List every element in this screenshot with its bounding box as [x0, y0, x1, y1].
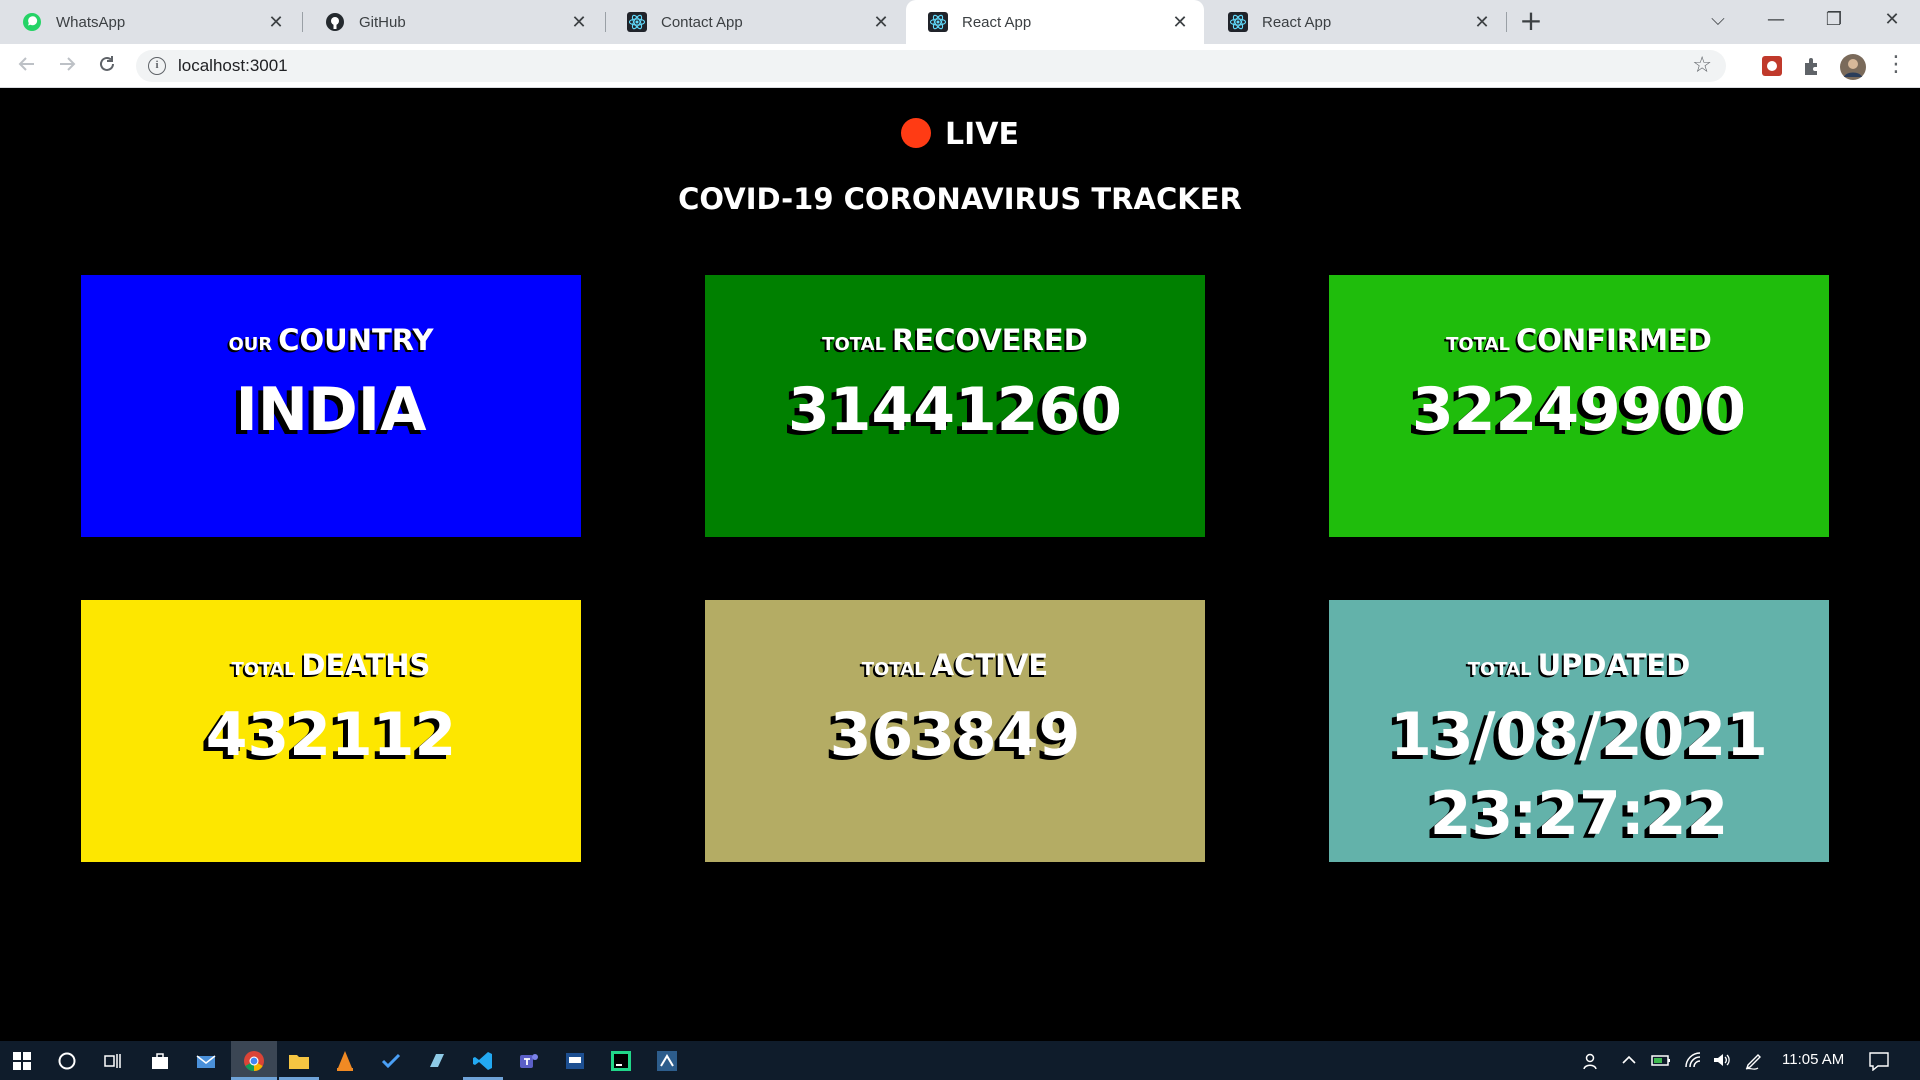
tab-title: WhatsApp — [56, 13, 126, 31]
recovered-card: TOTAL RECOVERED 31441260 — [705, 275, 1205, 537]
puzzle-extensions-icon[interactable] — [1800, 54, 1824, 78]
app-icon[interactable] — [561, 1047, 589, 1075]
restore-button[interactable]: ❐ — [1812, 0, 1856, 40]
card-value: 32249900 — [1412, 375, 1746, 445]
tab-title: Contact App — [661, 13, 743, 31]
tracker-page: LIVE COVID-19 CORONAVIRUS TRACKER OUR COU… — [0, 89, 1920, 1041]
card-label: DEATHS — [301, 648, 431, 682]
tab-react-app[interactable]: React App ✕ — [1206, 0, 1506, 44]
card-heading: OUR COUNTRY — [81, 323, 581, 357]
updated-card: TOTAL UPDATED 13/08/2021 23:27:22 — [1329, 600, 1829, 862]
store-icon[interactable] — [146, 1047, 174, 1075]
close-window-button[interactable]: ✕ — [1870, 0, 1914, 40]
card-value: 31441260 — [788, 375, 1122, 445]
card-value: 432112 — [205, 700, 457, 770]
teams-icon[interactable] — [515, 1047, 543, 1075]
bookmark-star-icon[interactable]: ☆ — [1692, 53, 1712, 78]
card-value: 363849 — [829, 700, 1081, 770]
search-icon[interactable] — [53, 1047, 81, 1075]
profile-avatar[interactable] — [1840, 54, 1866, 80]
pen-icon[interactable] — [1744, 1051, 1766, 1075]
card-heading: TOTAL UPDATED — [1329, 648, 1829, 682]
card-prefix: TOTAL — [231, 659, 296, 680]
new-tab-button[interactable]: + — [1516, 7, 1546, 37]
chrome-icon[interactable] — [240, 1047, 268, 1075]
tab-title: GitHub — [359, 13, 406, 31]
card-heading: TOTAL CONFIRMED — [1329, 323, 1829, 357]
tab-close-icon[interactable]: ✕ — [569, 12, 589, 32]
address-bar[interactable]: i localhost:3001 ☆ — [136, 50, 1726, 82]
card-label: RECOVERED — [892, 323, 1088, 357]
whatsapp-icon — [22, 12, 42, 32]
notifications-icon[interactable] — [1868, 1051, 1890, 1075]
active-card: TOTAL ACTIVE 363849 — [705, 600, 1205, 862]
vscode-icon[interactable] — [469, 1047, 497, 1075]
confirmed-card: TOTAL CONFIRMED 32249900 — [1329, 275, 1829, 537]
tab-title: React App — [1262, 13, 1332, 31]
tab-search-icon[interactable]: ⌵ — [1696, 0, 1740, 40]
clock-time[interactable]: 11:05 AM — [1782, 1051, 1844, 1068]
tab-whatsapp[interactable]: WhatsApp ✕ — [0, 0, 300, 44]
task-view-icon[interactable] — [98, 1047, 126, 1075]
tray-chevron-up-icon[interactable] — [1620, 1051, 1638, 1073]
volume-icon[interactable] — [1712, 1051, 1732, 1073]
tab-close-icon[interactable]: ✕ — [871, 12, 891, 32]
app-icon[interactable] — [653, 1047, 681, 1075]
mail-icon[interactable] — [192, 1047, 220, 1075]
page-title: COVID-19 CORONAVIRUS TRACKER — [678, 182, 1242, 216]
url-text[interactable]: localhost:3001 — [178, 56, 288, 76]
app-icon[interactable] — [423, 1047, 451, 1075]
card-label: COUNTRY — [278, 323, 434, 357]
extension-icon[interactable] — [1760, 54, 1784, 78]
card-value: INDIA — [235, 375, 427, 445]
live-label: LIVE — [945, 117, 1019, 152]
live-indicator: LIVE — [0, 117, 1920, 152]
forward-icon[interactable] — [54, 53, 80, 79]
kebab-menu-icon[interactable]: ⋮ — [1884, 54, 1908, 78]
file-explorer-icon[interactable] — [285, 1047, 313, 1075]
updated-time: 23:27:22 — [1429, 779, 1729, 849]
pycharm-icon[interactable] — [607, 1047, 635, 1075]
windows-taskbar: 11:05 AM — [0, 1041, 1920, 1080]
tab-close-icon[interactable]: ✕ — [1170, 12, 1190, 32]
vlc-icon[interactable] — [331, 1047, 359, 1075]
people-icon[interactable] — [1582, 1051, 1602, 1075]
card-label: UPDATED — [1537, 648, 1691, 682]
card-prefix: OUR — [228, 334, 273, 355]
battery-icon[interactable] — [1650, 1051, 1672, 1073]
wifi-icon[interactable] — [1684, 1051, 1704, 1073]
tab-strip: WhatsApp ✕ GitHub ✕ Contact App ✕ React … — [0, 0, 1920, 44]
tab-react-app-active[interactable]: React App ✕ — [906, 0, 1204, 44]
updated-date: 13/08/2021 — [1390, 700, 1768, 770]
card-heading: TOTAL ACTIVE — [705, 648, 1205, 682]
tab-contact-app[interactable]: Contact App ✕ — [605, 0, 905, 44]
card-label: ACTIVE — [931, 648, 1049, 682]
react-icon — [627, 12, 647, 32]
tab-title: React App — [962, 13, 1032, 31]
github-icon — [325, 12, 345, 32]
tab-close-icon[interactable]: ✕ — [266, 12, 286, 32]
react-icon — [928, 12, 948, 32]
minimize-button[interactable]: — — [1754, 0, 1798, 40]
card-label: CONFIRMED — [1515, 323, 1712, 357]
country-card: OUR COUNTRY INDIA — [81, 275, 581, 537]
card-prefix: TOTAL — [861, 659, 926, 680]
browser-toolbar: i localhost:3001 ☆ ⋮ — [0, 44, 1920, 88]
react-icon — [1228, 12, 1248, 32]
back-icon[interactable] — [14, 53, 40, 79]
tab-github[interactable]: GitHub ✕ — [303, 0, 603, 44]
card-heading: TOTAL DEATHS — [81, 648, 581, 682]
card-heading: TOTAL RECOVERED — [705, 323, 1205, 357]
tab-close-icon[interactable]: ✕ — [1472, 12, 1492, 32]
live-dot-icon — [901, 118, 931, 148]
card-prefix: TOTAL — [1467, 659, 1532, 680]
tab-divider — [1506, 12, 1507, 32]
deaths-card: TOTAL DEATHS 432112 — [81, 600, 581, 862]
todo-check-icon[interactable] — [377, 1047, 405, 1075]
reload-icon[interactable] — [94, 53, 120, 79]
card-prefix: TOTAL — [1446, 334, 1510, 355]
windows-start-icon[interactable] — [8, 1047, 36, 1075]
card-prefix: TOTAL — [822, 334, 887, 355]
site-info-icon[interactable]: i — [148, 57, 166, 75]
